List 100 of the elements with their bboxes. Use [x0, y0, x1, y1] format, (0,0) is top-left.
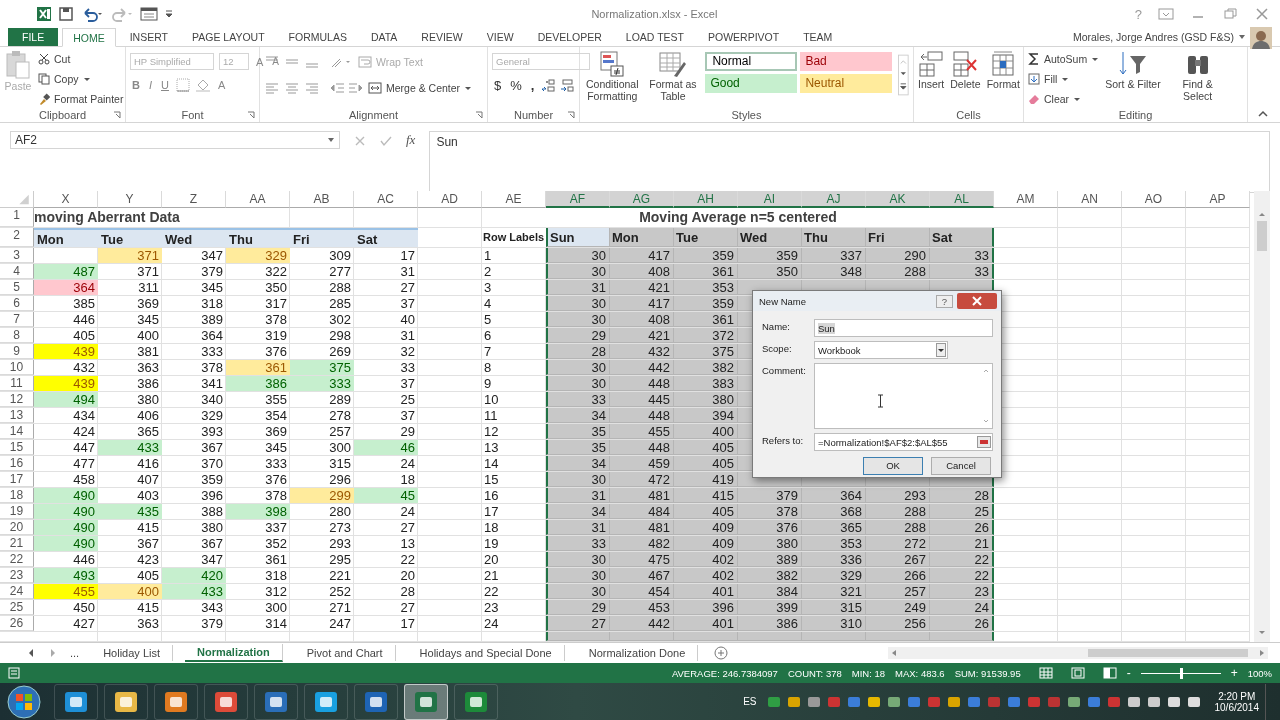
- horizontal-scrollbar[interactable]: [888, 647, 1268, 659]
- sheet-tab[interactable]: Holiday List: [91, 645, 174, 661]
- font-color-button[interactable]: A: [215, 79, 228, 91]
- taskbar-app[interactable]: [304, 683, 348, 720]
- bold-button[interactable]: B: [130, 79, 142, 91]
- fill-color-icon[interactable]: [194, 78, 211, 92]
- taskbar-app[interactable]: [154, 683, 198, 720]
- grow-font-button[interactable]: A: [254, 55, 266, 68]
- dialog-launcher-icon[interactable]: [475, 111, 483, 119]
- indent-icon[interactable]: [329, 81, 363, 95]
- zoom-out-button[interactable]: -: [1126, 666, 1131, 680]
- restore-icon[interactable]: [1222, 7, 1238, 21]
- tray-icon[interactable]: [946, 694, 961, 709]
- cell-style[interactable]: Normal: [705, 52, 798, 71]
- row-header[interactable]: 22: [0, 552, 34, 567]
- percent-button[interactable]: %: [508, 78, 524, 93]
- format-cells-button[interactable]: Format: [986, 50, 1020, 90]
- column-header[interactable]: AB: [290, 191, 354, 208]
- column-header[interactable]: AC: [354, 191, 418, 208]
- tray-icon[interactable]: [886, 694, 901, 709]
- start-button[interactable]: [6, 683, 42, 720]
- taskbar-app[interactable]: [204, 683, 248, 720]
- sheet-tab[interactable]: Normalization: [185, 644, 283, 662]
- avatar[interactable]: [1250, 27, 1272, 49]
- refers-to-field[interactable]: =Normalization!$AF$2:$AL$55: [814, 433, 993, 451]
- spreadsheet-app-icon[interactable]: [36, 6, 52, 22]
- comment-field[interactable]: [814, 363, 993, 429]
- insert-function-button[interactable]: fx: [406, 132, 416, 148]
- row-header[interactable]: 16: [0, 456, 34, 471]
- ribbon-tab[interactable]: VIEW: [476, 28, 524, 46]
- ribbon-tab[interactable]: FORMULAS: [278, 28, 357, 46]
- taskbar-app[interactable]: [254, 683, 298, 720]
- format-as-table-button[interactable]: Format as Table: [646, 50, 700, 102]
- format-painter-button[interactable]: Format Painter: [38, 90, 124, 108]
- normal-view-icon[interactable]: [1038, 667, 1053, 679]
- status-stat[interactable]: MAX: 483.6: [895, 667, 945, 679]
- macro-record-icon[interactable]: [8, 667, 20, 679]
- clock-date[interactable]: 10/6/2014: [1214, 701, 1259, 713]
- delete-cells-button[interactable]: Delete: [950, 50, 981, 90]
- zoom-slider-thumb[interactable]: [1179, 667, 1183, 679]
- comma-button[interactable]: ,: [528, 78, 537, 93]
- column-header[interactable]: AA: [226, 191, 290, 208]
- ribbon-tab[interactable]: HOME: [62, 28, 116, 47]
- ribbon-tab[interactable]: PAGE LAYOUT: [182, 28, 275, 46]
- column-header[interactable]: AE: [482, 191, 546, 208]
- italic-button[interactable]: I: [146, 79, 154, 91]
- ribbon-tab[interactable]: REVIEW: [411, 28, 473, 46]
- tray-icon[interactable]: [786, 694, 801, 709]
- find-select-button[interactable]: Find & Select: [1166, 50, 1229, 102]
- column-header[interactable]: Y: [98, 191, 162, 208]
- ribbon-tab[interactable]: TEAM: [793, 28, 843, 46]
- close-icon[interactable]: [1254, 7, 1270, 21]
- row-header[interactable]: 10: [0, 360, 34, 375]
- row-header[interactable]: 6: [0, 296, 34, 311]
- column-header[interactable]: AD: [418, 191, 482, 208]
- dialog-launcher-icon[interactable]: [113, 111, 121, 119]
- dialog-launcher-icon[interactable]: [247, 111, 255, 119]
- sheet-tab[interactable]: Pivot and Chart: [294, 645, 396, 661]
- name-field[interactable]: Sun: [814, 319, 993, 337]
- zoom-percent[interactable]: 100%: [1247, 667, 1272, 679]
- caret-icon[interactable]: [1238, 33, 1246, 41]
- cell-style[interactable]: Bad: [800, 52, 893, 71]
- autosum-button[interactable]: AutoSum: [1028, 50, 1100, 68]
- cell-style[interactable]: Neutral: [800, 74, 893, 93]
- row-header[interactable]: 25: [0, 600, 34, 615]
- column-header[interactable]: AJ: [802, 191, 866, 208]
- insert-cells-button[interactable]: Insert: [918, 50, 945, 90]
- underline-button[interactable]: U: [159, 79, 171, 91]
- zoom-in-button[interactable]: +: [1230, 666, 1238, 680]
- cancel-button[interactable]: Cancel: [931, 457, 991, 475]
- row-header[interactable]: 7: [0, 312, 34, 327]
- borders-icon[interactable]: [175, 78, 190, 92]
- column-header[interactable]: Z: [162, 191, 226, 208]
- tray-icon[interactable]: [1186, 694, 1201, 709]
- sort-filter-button[interactable]: Sort & Filter: [1105, 50, 1161, 90]
- column-header[interactable]: AN: [1058, 191, 1122, 208]
- ribbon-tab[interactable]: DEVELOPER: [527, 28, 612, 46]
- help-button[interactable]: ?: [935, 294, 953, 308]
- tray-icon[interactable]: [1146, 694, 1161, 709]
- cut-button[interactable]: Cut: [38, 50, 124, 68]
- taskbar-app[interactable]: [104, 683, 148, 720]
- column-header[interactable]: AK: [866, 191, 930, 208]
- range-picker-icon[interactable]: [977, 436, 991, 448]
- tray-icon[interactable]: [1166, 694, 1181, 709]
- ok-button[interactable]: OK: [863, 457, 923, 475]
- copy-button[interactable]: Copy: [38, 70, 124, 88]
- increase-decimal-icon[interactable]: [541, 78, 556, 93]
- dialog-launcher-icon[interactable]: [567, 111, 575, 119]
- more-sheets-button[interactable]: ...: [70, 647, 80, 659]
- taskbar-app[interactable]: [54, 683, 98, 720]
- form-icon[interactable]: [140, 6, 158, 22]
- decrease-decimal-icon[interactable]: [560, 78, 575, 93]
- close-button[interactable]: [957, 293, 997, 309]
- add-sheet-icon[interactable]: [714, 646, 729, 660]
- ribbon-tab[interactable]: DATA: [360, 28, 408, 46]
- save-icon[interactable]: [58, 6, 74, 22]
- tray-icon[interactable]: [1066, 694, 1081, 709]
- gallery-scroll-icon[interactable]: [898, 52, 909, 98]
- status-stat[interactable]: MIN: 18: [851, 667, 885, 679]
- ribbon-display-icon[interactable]: [1158, 7, 1174, 21]
